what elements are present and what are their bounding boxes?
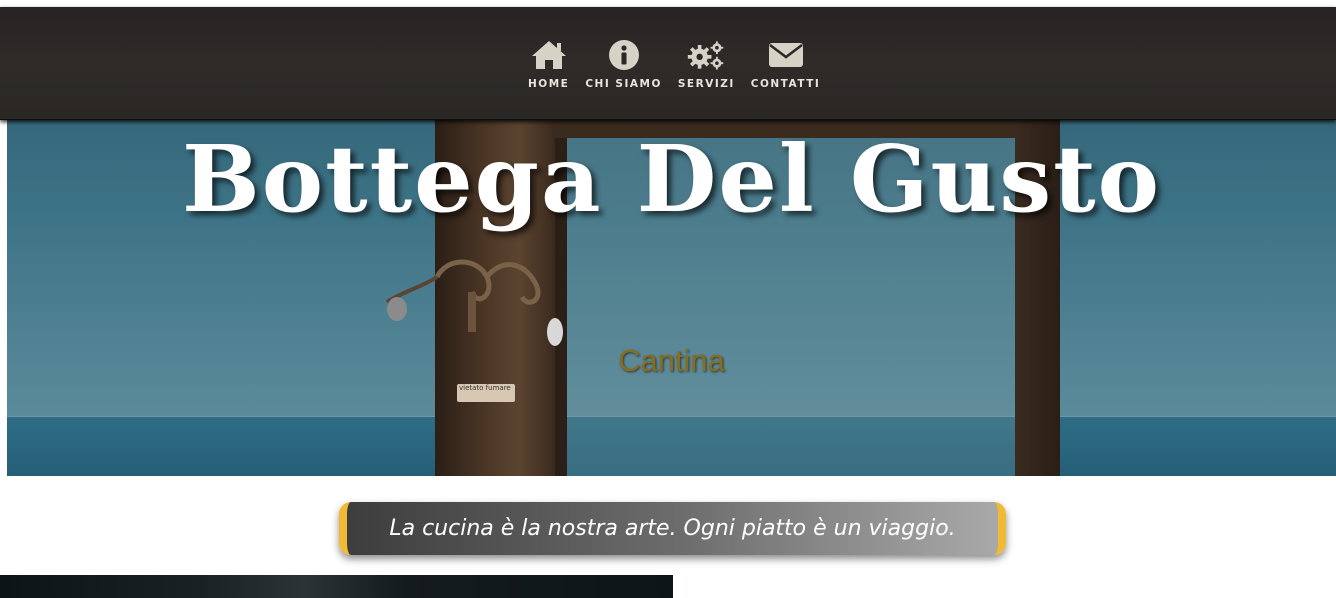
- nav-item-servizi[interactable]: SERVIZI: [670, 35, 743, 90]
- tagline-text: La cucina è la nostra arte. Ogni piatto …: [389, 516, 956, 541]
- envelope-icon: [766, 35, 806, 75]
- tagline-banner: La cucina è la nostra arte. Ogni piatto …: [339, 502, 1006, 555]
- hero-subtitle: Cantina: [618, 343, 725, 378]
- nav-item-chi-siamo[interactable]: CHI SIAMO: [577, 35, 670, 90]
- nav-item-home[interactable]: HOME: [520, 35, 577, 90]
- gears-icon: [686, 35, 726, 75]
- nav-menu: HOME CHI SIAMO SERVIZI CONTATTI: [520, 35, 828, 90]
- nav-label-servizi: SERVIZI: [677, 78, 735, 90]
- main-navbar: HOME CHI SIAMO SERVIZI CONTATTI: [0, 7, 1336, 120]
- nav-item-contatti[interactable]: CONTATTI: [743, 35, 829, 90]
- info-icon: [604, 35, 644, 75]
- hero-title: Bottega Del Gusto: [181, 125, 1162, 233]
- wall-lamp-image: [385, 259, 563, 346]
- no-smoking-sign-text: vietato fumare: [459, 384, 511, 392]
- nav-label-home: HOME: [528, 78, 570, 90]
- nav-label-contatti: CONTATTI: [750, 78, 821, 90]
- content-image: [0, 575, 673, 598]
- home-icon: [529, 35, 569, 75]
- no-smoking-sign: vietato fumare: [457, 384, 515, 402]
- nav-label-chi-siamo: CHI SIAMO: [585, 78, 662, 90]
